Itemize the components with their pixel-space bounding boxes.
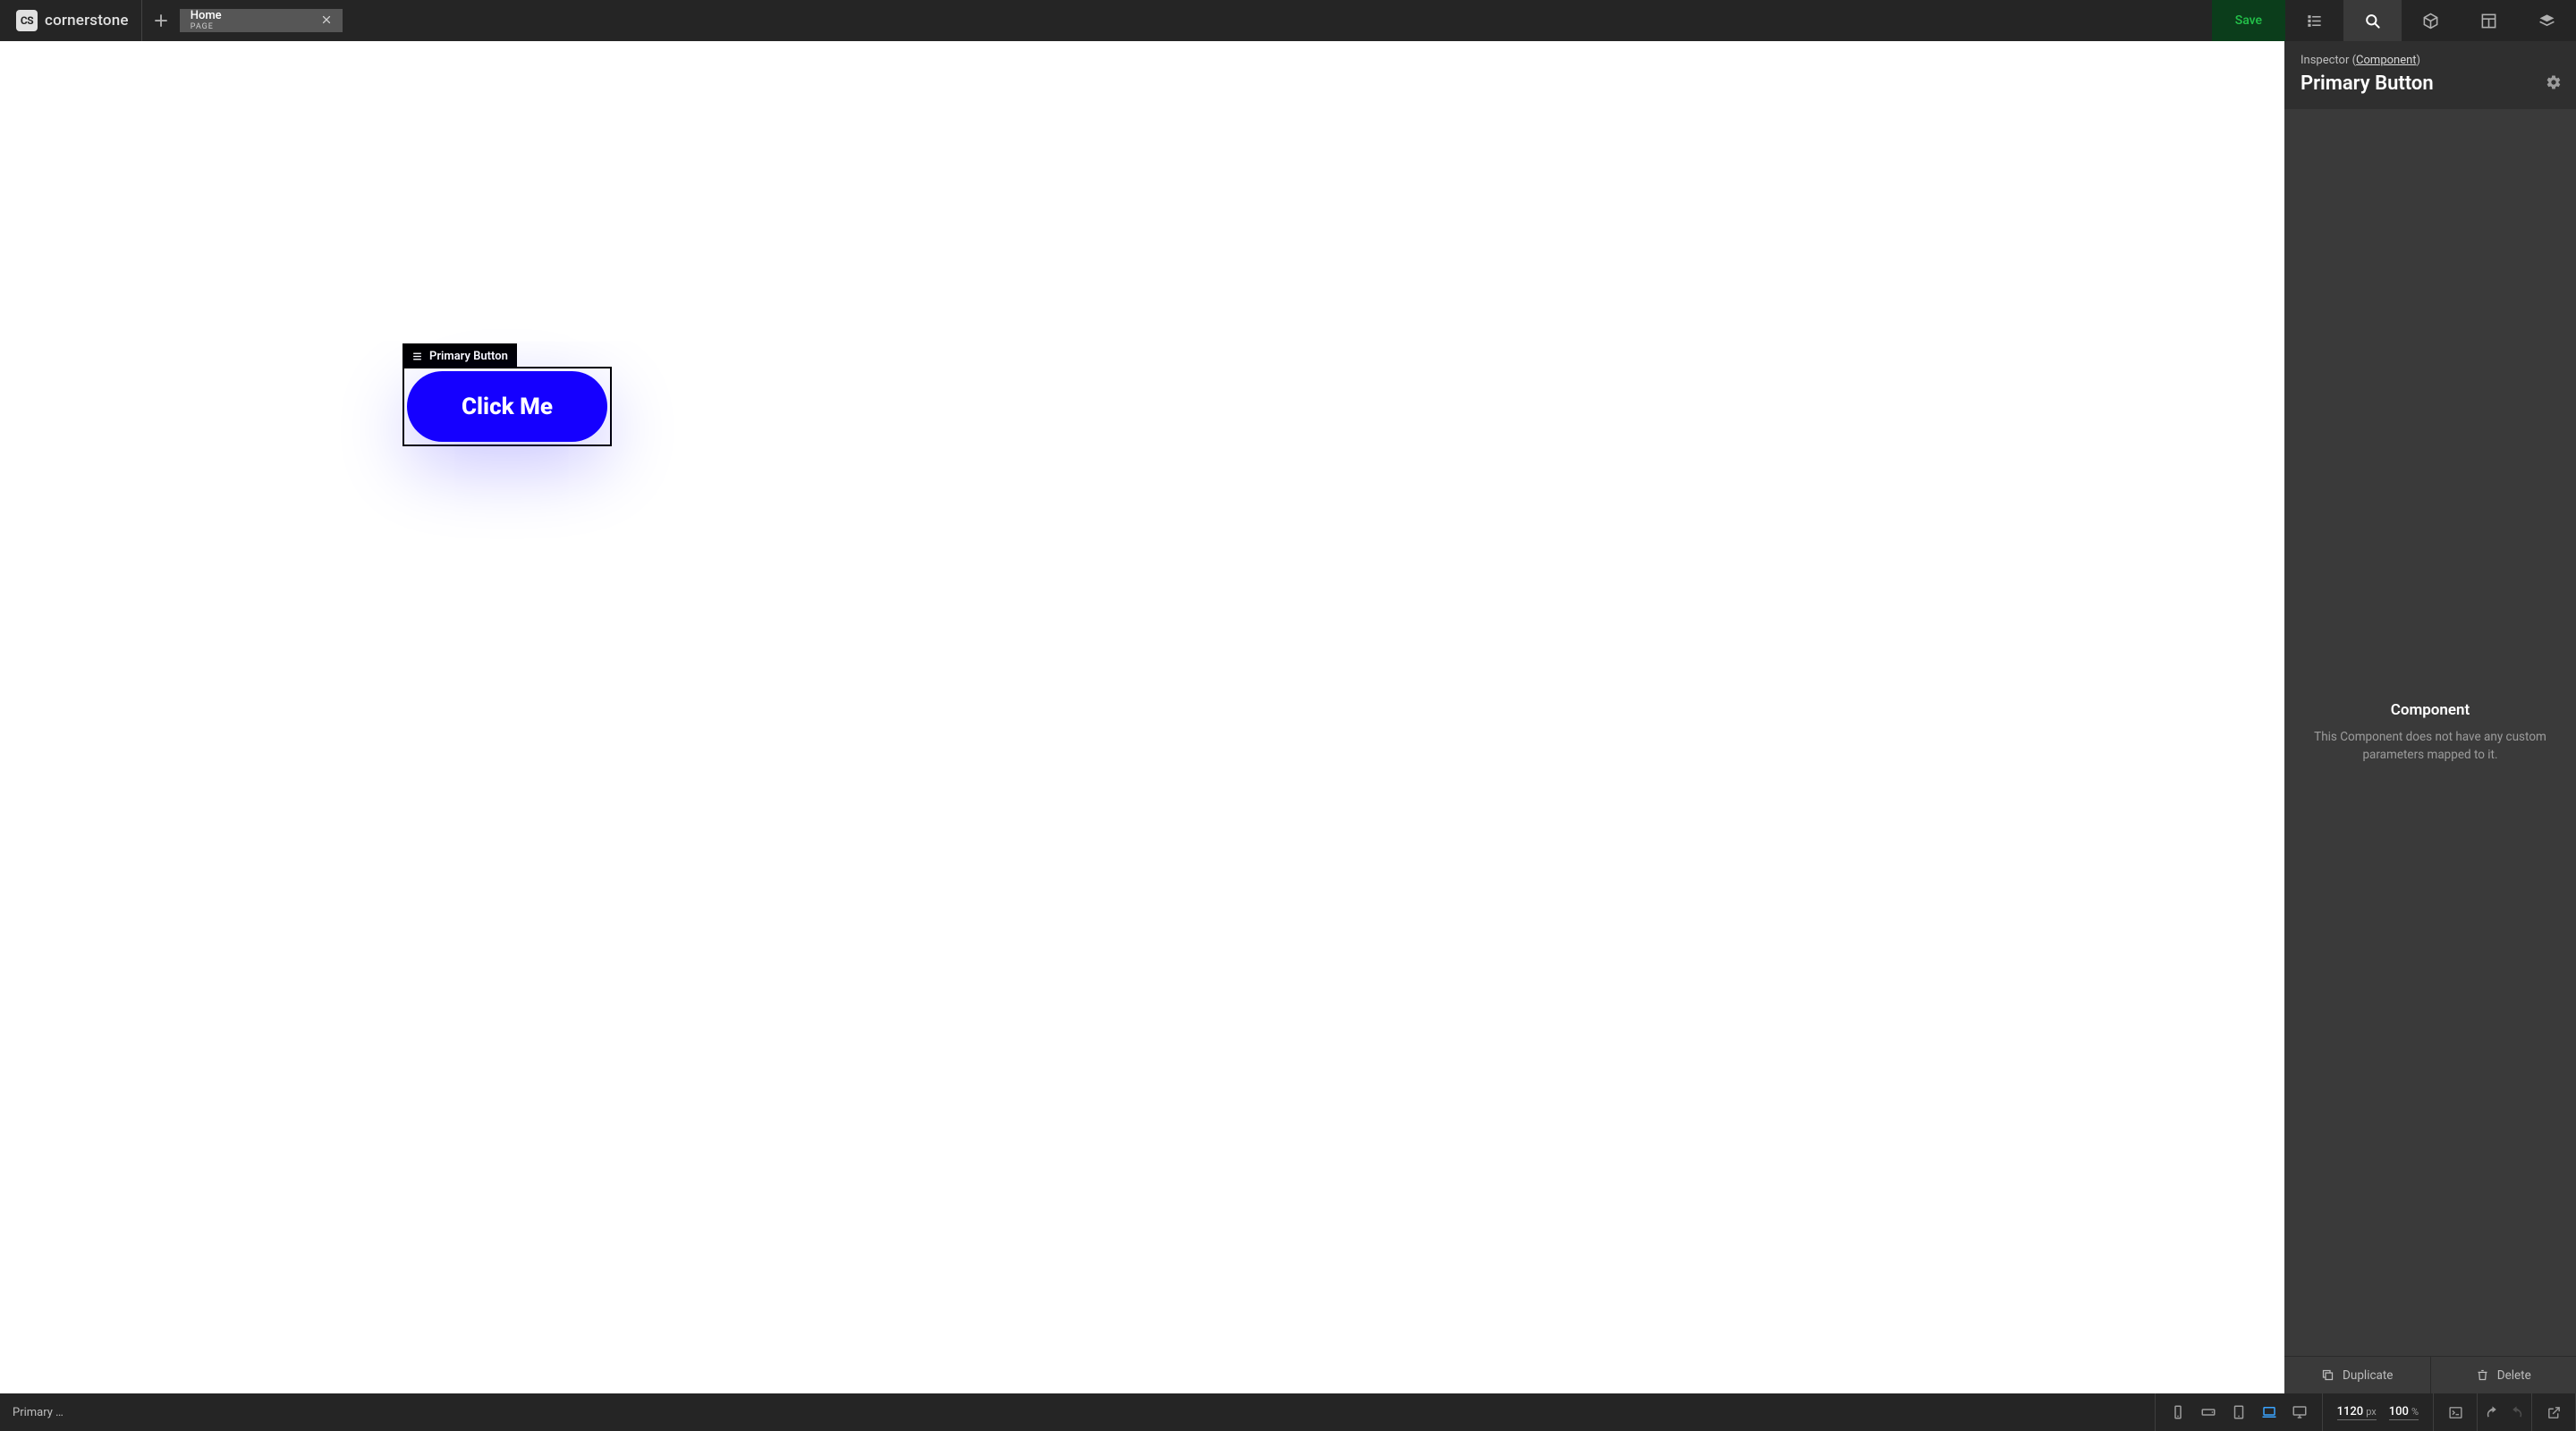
component-icon <box>411 351 423 362</box>
cube-icon <box>2422 13 2439 30</box>
viewport-width-input[interactable]: 1120 px <box>2337 1405 2377 1420</box>
inspector-body: Component This Component does not have a… <box>2284 109 2576 1356</box>
canvas[interactable]: Primary Button Click Me <box>0 41 2284 1393</box>
brand-logo-icon: CS <box>16 10 38 31</box>
device-phone-button[interactable] <box>2170 1404 2186 1420</box>
phone-icon <box>2170 1404 2186 1420</box>
laptop-icon <box>2261 1404 2277 1420</box>
zoom-input[interactable]: 100 % <box>2389 1405 2419 1420</box>
redo-icon <box>2509 1405 2524 1420</box>
inspector-empty-text: This Component does not have any custom … <box>2309 728 2551 765</box>
plus-icon <box>153 13 169 29</box>
duplicate-button[interactable]: Duplicate <box>2284 1357 2430 1393</box>
external-link-icon <box>2546 1405 2562 1420</box>
duplicate-icon <box>2321 1368 2334 1382</box>
document-tab[interactable]: Home PAGE <box>180 9 343 32</box>
terminal-icon <box>2448 1405 2463 1420</box>
duplicate-label: Duplicate <box>2343 1368 2393 1383</box>
breadcrumb-path[interactable]: Primary … <box>0 1393 76 1431</box>
layers-panel-button[interactable] <box>2518 0 2576 41</box>
undo-button[interactable] <box>2485 1405 2500 1420</box>
selection-label[interactable]: Primary Button <box>402 343 517 368</box>
selected-element-frame[interactable]: Primary Button Click Me <box>402 367 612 446</box>
layers-icon <box>2538 13 2555 30</box>
device-tablet-button[interactable] <box>2231 1404 2247 1420</box>
device-laptop-button[interactable] <box>2261 1404 2277 1420</box>
device-preview-group <box>2156 1393 2322 1431</box>
breadcrumb-prefix: Inspector ( <box>2301 54 2356 67</box>
list-icon <box>2306 13 2323 30</box>
inspector-settings-button[interactable] <box>2546 74 2562 94</box>
inspector-header: Inspector (Component) Primary Button <box>2284 41 2576 109</box>
device-phone-landscape-button[interactable] <box>2200 1404 2216 1420</box>
inspector-title: Primary Button <box>2301 72 2434 95</box>
inspector-footer: Duplicate Delete <box>2284 1356 2576 1393</box>
primary-button-element[interactable]: Click Me <box>407 371 607 442</box>
desktop-icon <box>2292 1404 2308 1420</box>
selection-label-text: Primary Button <box>429 350 508 363</box>
layout-icon <box>2480 13 2497 30</box>
undo-icon <box>2485 1405 2500 1420</box>
inspector-breadcrumb: Inspector (Component) <box>2301 54 2562 67</box>
tablet-icon <box>2231 1404 2247 1420</box>
brand-name: cornerstone <box>45 12 129 30</box>
zoom-value: 100 <box>2389 1405 2409 1418</box>
dev-console-button[interactable] <box>2434 1393 2477 1431</box>
inspector-panel-button[interactable] <box>2343 0 2402 41</box>
tab-subtitle: PAGE <box>191 22 222 32</box>
brand[interactable]: CS cornerstone <box>0 0 142 41</box>
viewport-width-value: 1120 <box>2337 1405 2364 1418</box>
delete-label: Delete <box>2497 1368 2531 1383</box>
top-bar: CS cornerstone Home PAGE Save <box>0 0 2576 41</box>
breadcrumb-suffix: ) <box>2417 54 2421 67</box>
delete-button[interactable]: Delete <box>2430 1357 2576 1393</box>
phone-landscape-icon <box>2200 1404 2216 1420</box>
history-group <box>2478 1393 2531 1431</box>
component-link[interactable]: Component <box>2356 54 2417 67</box>
viewport-width-unit: px <box>2366 1406 2377 1418</box>
tab-title: Home <box>191 9 222 23</box>
inspector-sidebar: Inspector (Component) Primary Button Com… <box>2284 41 2576 1393</box>
elements-panel-button[interactable] <box>2402 0 2460 41</box>
tab-close-button[interactable] <box>321 12 332 29</box>
trash-icon <box>2476 1368 2489 1382</box>
templates-panel-button[interactable] <box>2460 0 2518 41</box>
bottom-bar: Primary … 1120 px <box>0 1393 2576 1431</box>
open-external-button[interactable] <box>2532 1393 2575 1431</box>
close-icon <box>321 14 332 25</box>
zoom-unit: % <box>2411 1406 2419 1418</box>
outline-panel-button[interactable] <box>2285 0 2343 41</box>
search-icon <box>2364 13 2381 30</box>
viewport-size-group: 1120 px 100 % <box>2323 1393 2433 1431</box>
redo-button[interactable] <box>2509 1405 2524 1420</box>
inspector-empty-title: Component <box>2391 701 2470 719</box>
device-desktop-button[interactable] <box>2292 1404 2308 1420</box>
save-button[interactable]: Save <box>2212 0 2285 41</box>
gear-icon <box>2546 74 2562 90</box>
add-button[interactable] <box>142 13 180 29</box>
